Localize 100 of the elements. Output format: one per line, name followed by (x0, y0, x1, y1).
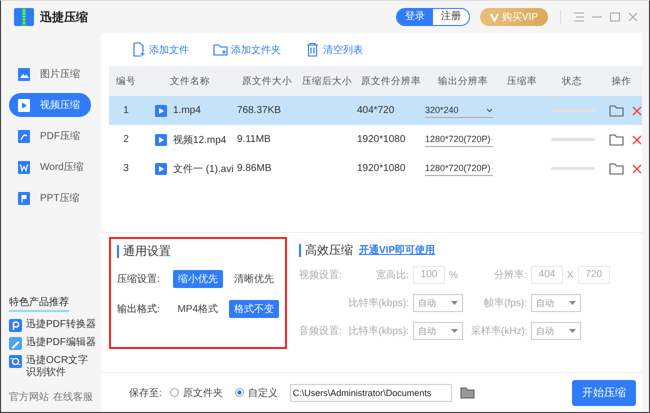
table-cell-text: 1 (122, 105, 130, 116)
caret-icon (451, 329, 458, 333)
sidebar-item[interactable]: PPT压缩 (9, 186, 91, 210)
table-cell-text: 文件一 (1).avi (173, 162, 234, 176)
app-logo-icon (14, 8, 34, 26)
field-label: 帧率(fps): (483, 296, 528, 310)
option-button[interactable]: MP4格式 (172, 300, 223, 318)
table-cell: 1.mp4 (173, 105, 201, 116)
column-header: 输出分辨率 (437, 74, 489, 88)
app-icon (9, 319, 22, 332)
column-header: 压缩后大小 (301, 74, 353, 88)
video-file-icon (17, 98, 31, 112)
file-row[interactable]: 1 1.mp4 768.37KB 404*720 320*240 (109, 96, 642, 125)
close-icon[interactable] (627, 12, 639, 22)
field-label: 比特率(kbps): (347, 296, 410, 310)
start-compress-button[interactable]: 开始压缩 (572, 380, 636, 406)
table-cell-text: 1920*1080 (357, 134, 406, 145)
field-label: 比特率(kbps): (347, 324, 410, 338)
field-label: 视频设置: (299, 268, 343, 282)
column-header: 状态 (561, 74, 583, 88)
column-header: 操作 (610, 74, 632, 88)
folder-icon[interactable] (460, 386, 475, 399)
section-title: 通用设置 (117, 245, 171, 258)
table-cell-text: 视频12.mp4 (173, 134, 226, 146)
resolution-dropdown[interactable]: 320*240 (425, 104, 493, 118)
add-folder-button[interactable]: 添加文件夹 (213, 42, 281, 57)
pdf-file-icon (17, 128, 31, 144)
column-header: 文件名称 (169, 74, 211, 88)
file-row[interactable]: 2 视频12.mp4 9.11MB 1920*1080 1280*720(720P) (109, 125, 642, 154)
section-title: 高效压缩 (299, 244, 353, 256)
field-label: 保存至: (129, 386, 162, 400)
column-header: 原文件大小 (241, 74, 293, 88)
table-cell-text: 768.37KB (237, 105, 282, 116)
image-file-icon (17, 66, 31, 82)
path-field[interactable]: C:\Users\Administrator\Documents (290, 384, 452, 402)
caret-icon (569, 301, 576, 305)
product-link[interactable]: 迅捷PDF编辑器 (9, 337, 101, 350)
add-file-button[interactable]: 添加文件 (131, 42, 189, 57)
clear-button[interactable]: 清空列表 (305, 42, 363, 57)
table-cell-text: 2 (122, 134, 130, 145)
table-cell-text: 404*720 (357, 105, 396, 116)
table-cell-text: 3 (122, 163, 130, 174)
word-file-icon (17, 160, 31, 174)
delete-icon[interactable] (632, 106, 642, 116)
field-label: 采样率(kHz): (471, 324, 529, 338)
clear-icon (305, 42, 320, 57)
option-button[interactable]: 清晰优先 (229, 270, 279, 288)
field-label: 音频设置: (299, 324, 343, 338)
v-icon (490, 12, 499, 22)
radio-label[interactable]: 自定义 (248, 386, 278, 400)
product-link[interactable]: 迅捷OCR文字识别软件 (9, 355, 101, 379)
folder-icon[interactable] (609, 162, 624, 175)
table-cell-text: 1920*1080 (357, 163, 406, 174)
file-row[interactable]: 3 文件一 (1).avi 9.86MB 1920*1080 1280*720(720P) (109, 154, 642, 183)
add-folder-icon (213, 42, 228, 57)
column-header: 编号 (115, 74, 137, 88)
app-icon (9, 337, 22, 350)
footer-link[interactable]: 官方网站 (9, 390, 49, 404)
folder-icon[interactable] (609, 104, 624, 117)
column-header: 原文件分辨率 (360, 74, 422, 88)
menu-icon[interactable] (573, 12, 585, 22)
column-header: 压缩率 (506, 74, 538, 88)
sidebar-item[interactable]: PDF压缩 (9, 124, 91, 148)
sidebar-item[interactable]: 视频压缩 (9, 93, 91, 117)
add-file-icon (131, 42, 146, 57)
radio-label[interactable]: 原文件夹 (182, 386, 223, 400)
maximize-icon[interactable] (609, 12, 621, 22)
resolution-dropdown[interactable]: 1280*720(720P) (425, 162, 493, 176)
table-cell-text: 9.86MB (237, 163, 272, 174)
app-title: 迅捷压缩 (40, 8, 88, 26)
section-title: 特色产品推荐 (9, 295, 69, 312)
caret-icon (569, 329, 576, 333)
delete-icon[interactable] (632, 164, 642, 174)
product-link[interactable]: 迅捷PDF转换器 (9, 319, 101, 332)
field-label: % (449, 270, 458, 280)
field-label: X (567, 270, 574, 280)
caret-icon (451, 301, 458, 305)
sidebar-item[interactable]: Word压缩 (9, 155, 91, 179)
option-button[interactable]: 缩小优先 (173, 270, 223, 288)
radio-button[interactable] (170, 388, 179, 397)
account-button[interactable]: 登录 (396, 9, 433, 25)
delete-icon[interactable] (632, 134, 642, 144)
table-cell-text: 9.11MB (237, 134, 272, 145)
resolution-dropdown[interactable]: 1280*720(720P) (425, 132, 493, 146)
video-icon (155, 134, 167, 146)
field-label: 压缩设置: (117, 272, 161, 286)
folder-icon[interactable] (609, 133, 624, 146)
app-icon (9, 355, 22, 368)
radio-button[interactable] (234, 388, 244, 397)
video-icon (155, 162, 167, 174)
footer-link[interactable]: 在线客服 (53, 390, 93, 404)
sidebar-item[interactable]: 图片压缩 (9, 62, 91, 86)
field-label: 分辨率: (493, 268, 528, 282)
field-label: 输出格式: (117, 302, 161, 316)
ppt-file-icon (17, 190, 31, 206)
caret-icon (486, 108, 493, 112)
field-label: 宽高比: (375, 268, 410, 282)
account-button[interactable]: 注册 (432, 9, 469, 25)
video-icon (155, 104, 167, 116)
option-button[interactable]: 格式不变 (229, 300, 279, 318)
